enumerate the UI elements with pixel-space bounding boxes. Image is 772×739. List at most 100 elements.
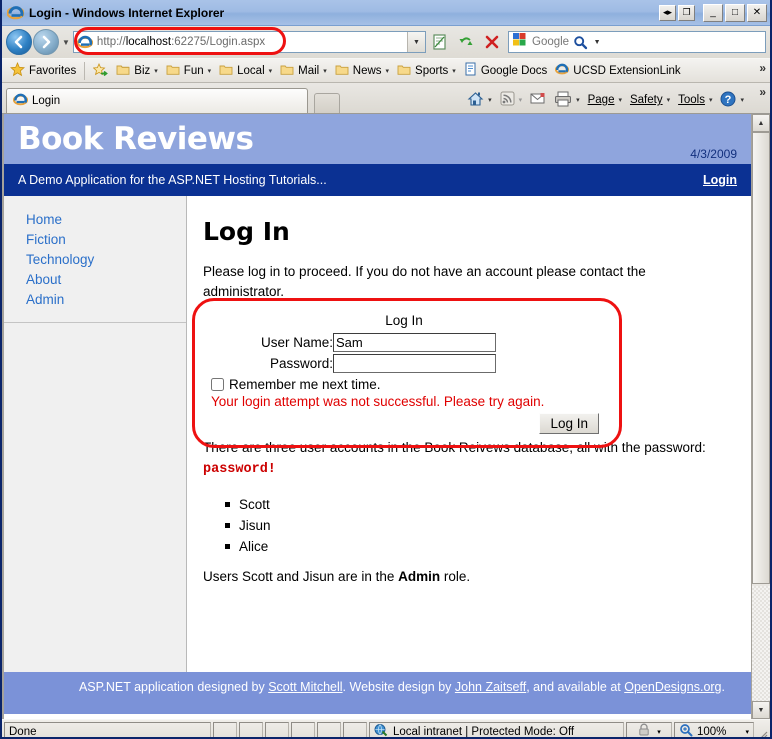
search-input[interactable]: Google — [532, 36, 569, 48]
favorites-item-biz[interactable]: Biz ▾ — [112, 61, 162, 81]
favorites-item-fun[interactable]: Fun ▾ — [162, 61, 215, 81]
favorites-item-google-docs[interactable]: Google Docs — [460, 61, 551, 81]
address-input[interactable]: http://localhost:62275/Login.aspx — [97, 36, 407, 48]
favorites-overflow-icon[interactable]: » — [759, 61, 766, 75]
close-button[interactable]: ✕ — [747, 3, 767, 22]
footer-text-1: ASP.NET application designed by — [78, 680, 269, 694]
login-submit-button[interactable]: Log In — [539, 412, 599, 434]
home-button[interactable]: ▾ — [463, 91, 496, 110]
maximize-group-button[interactable]: ❐ — [678, 4, 695, 21]
remember-me-checkbox[interactable] — [211, 377, 224, 391]
search-provider-caret-icon[interactable]: ▼ — [591, 39, 603, 46]
chevron-down-icon[interactable]: ▾ — [154, 67, 158, 75]
chevron-down-icon[interactable]: ▾ — [208, 67, 212, 75]
chevron-down-icon[interactable]: ▾ — [576, 96, 580, 104]
sidebar-item-about[interactable]: About — [26, 270, 186, 290]
chevron-down-icon[interactable]: ▾ — [452, 67, 456, 75]
page-menu-button[interactable]: Page ▾ — [584, 94, 626, 106]
minimize-button[interactable]: _ — [703, 3, 723, 22]
document-icon — [464, 62, 477, 79]
sidebar-item-fiction[interactable]: Fiction — [26, 230, 186, 250]
scrollbar-thumb[interactable] — [752, 132, 770, 584]
print-icon — [554, 91, 572, 110]
status-cell — [213, 722, 237, 737]
footer-link-opendesigns[interactable]: OpenDesigns.org — [624, 680, 721, 694]
zoom-control[interactable]: 100% ▾ — [674, 722, 754, 737]
password-input[interactable] — [333, 353, 496, 373]
tab-login[interactable]: Login — [6, 88, 308, 113]
header-login-link[interactable]: Login — [703, 173, 737, 187]
chevron-down-icon[interactable]: ▾ — [657, 728, 661, 736]
chevron-down-icon[interactable]: ▾ — [488, 96, 492, 104]
chevron-down-icon[interactable]: ▾ — [269, 67, 273, 75]
remember-me-label[interactable]: Remember me next time. — [229, 377, 381, 392]
chevron-down-icon[interactable]: ▾ — [745, 728, 749, 736]
status-text: Done — [4, 722, 211, 737]
favorites-item-sports[interactable]: Sports ▾ — [393, 61, 460, 81]
footer-link-john-zaitseff[interactable]: John Zaitseff — [455, 680, 526, 694]
site-header: Book Reviews 4/3/2009 — [4, 114, 751, 164]
chevron-down-icon[interactable]: ▾ — [618, 96, 622, 104]
roles-text: Users Scott and Jisun are in the Admin r… — [203, 567, 721, 587]
refresh-icon[interactable] — [454, 30, 478, 54]
list-item: Jisun — [225, 515, 721, 536]
folder-icon — [397, 63, 411, 79]
username-input[interactable] — [333, 332, 496, 352]
favorites-item-label: News — [352, 64, 382, 77]
security-zone[interactable]: Local intranet | Protected Mode: Off — [369, 722, 624, 737]
chevron-down-icon[interactable]: ▾ — [667, 96, 671, 104]
site-title: Book Reviews — [18, 120, 254, 157]
favorites-item-local[interactable]: Local ▾ — [215, 61, 276, 81]
ie-page-icon — [12, 92, 29, 110]
ie-logo-icon — [6, 4, 25, 21]
chevron-down-icon[interactable]: ▾ — [740, 96, 744, 104]
zoom-icon — [679, 723, 693, 737]
scroll-up-button[interactable]: ▲ — [752, 114, 770, 132]
favorites-item-news[interactable]: News ▾ — [331, 61, 393, 81]
chevron-down-icon[interactable]: ▾ — [386, 67, 390, 75]
add-to-favorites-icon[interactable] — [89, 61, 112, 81]
protected-mode-button[interactable]: ▾ — [626, 722, 672, 737]
mail-button[interactable] — [526, 92, 550, 108]
sidebar-item-admin[interactable]: Admin — [26, 290, 186, 310]
back-button[interactable] — [6, 29, 32, 55]
resize-grip[interactable] — [754, 720, 770, 737]
restore-group-button[interactable]: ◂▸ — [659, 4, 676, 21]
recent-pages-caret-icon[interactable]: ▼ — [60, 38, 73, 47]
scrollbar-lower-track[interactable] — [752, 586, 770, 701]
favorites-button[interactable]: Favorites — [6, 61, 80, 81]
maximize-button[interactable]: □ — [725, 3, 745, 22]
sidebar-item-technology[interactable]: Technology — [26, 250, 186, 270]
sidebar-item-home[interactable]: Home — [26, 210, 186, 230]
sidebar-divider — [4, 322, 186, 323]
svg-text:?: ? — [725, 94, 732, 106]
print-button[interactable]: ▾ — [550, 91, 584, 110]
forward-button[interactable] — [33, 29, 59, 55]
vertical-scrollbar[interactable]: ▲ ▼ — [751, 114, 770, 719]
safety-menu-button[interactable]: Safety ▾ — [626, 94, 674, 106]
stop-icon[interactable] — [480, 30, 504, 54]
feeds-button[interactable]: ▾ — [496, 91, 527, 109]
scroll-down-button[interactable]: ▼ — [752, 701, 770, 719]
search-icon[interactable] — [569, 31, 591, 53]
address-scheme: http:// — [96, 36, 126, 48]
scrollbar-track[interactable] — [752, 132, 770, 701]
chevron-down-icon[interactable]: ▾ — [709, 96, 713, 104]
star-icon — [10, 61, 25, 80]
intro-text: Please log in to proceed. If you do not … — [203, 263, 646, 299]
search-box[interactable]: Google ▼ — [508, 31, 766, 53]
chevron-down-icon[interactable]: ▾ — [519, 96, 523, 104]
command-bar-overflow-icon[interactable]: » — [759, 85, 766, 99]
footer-link-scott-mitchell[interactable]: Scott Mitchell — [268, 680, 342, 694]
compatibility-view-icon[interactable] — [428, 30, 452, 54]
help-button[interactable]: ? ▾ — [716, 91, 748, 110]
new-tab-button[interactable] — [314, 93, 340, 113]
favorites-item-ucsd-extensionlink[interactable]: UCSD ExtensionLink — [551, 61, 684, 81]
favorites-item-mail[interactable]: Mail ▾ — [276, 61, 331, 81]
chevron-down-icon[interactable]: ▾ — [323, 67, 327, 75]
tools-menu-button[interactable]: Tools ▾ — [674, 94, 716, 106]
address-dropdown-button[interactable]: ▼ — [407, 32, 425, 52]
login-form-title: Log In — [385, 312, 423, 328]
login-error-message: Your login attempt was not successful. P… — [211, 393, 545, 409]
address-bar[interactable]: http://localhost:62275/Login.aspx ▼ — [72, 31, 426, 53]
